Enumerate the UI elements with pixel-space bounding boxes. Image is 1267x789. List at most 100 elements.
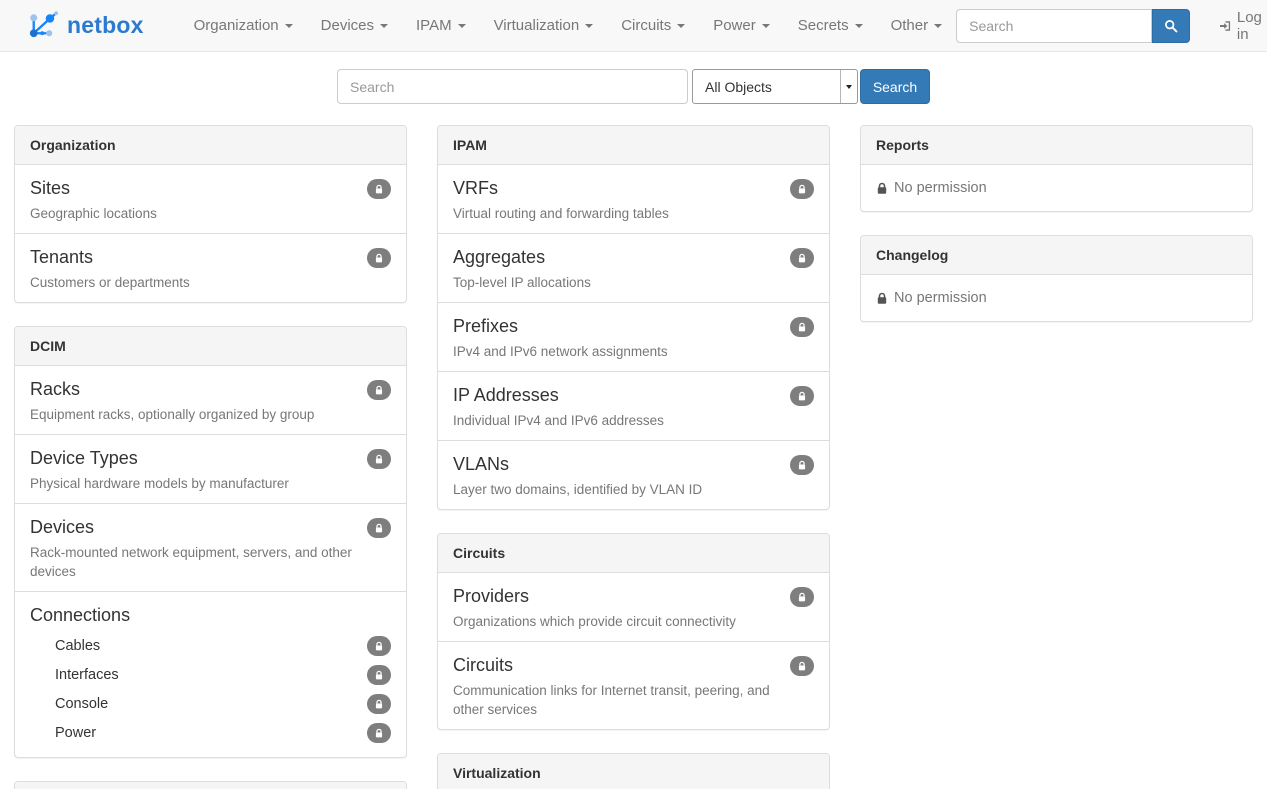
login-link[interactable]: Log in (1220, 9, 1266, 43)
list-item-main: Device Types Physical hardware models by… (30, 445, 367, 493)
lock-badge (790, 179, 814, 199)
list-item-prefixes[interactable]: Prefixes IPv4 and IPv6 network assignmen… (438, 302, 829, 371)
lock-badge (790, 656, 814, 676)
lock-icon (374, 184, 384, 195)
lock-badge (367, 665, 391, 685)
list-item-aggregates[interactable]: Aggregates Top-level IP allocations (438, 233, 829, 302)
column-middle: IPAM VRFs Virtual routing and forwarding… (437, 125, 830, 789)
brand-logo[interactable]: netbox (26, 10, 144, 41)
item-title[interactable]: Connections (30, 603, 391, 628)
lock-badge (790, 455, 814, 475)
list-item-device-types[interactable]: Device Types Physical hardware models by… (15, 434, 406, 503)
item-title: VLANs (453, 452, 780, 477)
sub-item-label: Cables (55, 636, 100, 656)
item-title: Device Types (30, 446, 357, 471)
lock-badge (790, 386, 814, 406)
list-item-circuits[interactable]: Circuits Communication links for Interne… (438, 641, 829, 729)
panel-body: No permission (861, 165, 1252, 211)
panel-body: Racks Equipment racks, optionally organi… (15, 366, 406, 757)
sub-list-item-console[interactable]: Console (30, 689, 391, 718)
panel-title-changelog: Changelog (861, 236, 1252, 275)
lock-icon (374, 523, 384, 534)
lock-icon (797, 184, 807, 195)
navbar-search-group (956, 9, 1190, 43)
list-item-racks[interactable]: Racks Equipment racks, optionally organi… (15, 366, 406, 434)
navbar-search-input[interactable] (956, 9, 1152, 43)
item-title: Providers (453, 584, 780, 609)
panel: Power (14, 781, 407, 789)
lock-icon (797, 592, 807, 603)
search-input[interactable] (337, 69, 688, 104)
item-description: Equipment racks, optionally organized by… (30, 405, 357, 424)
list-item-main: Racks Equipment racks, optionally organi… (30, 376, 367, 424)
sub-list: Cables Interfaces Console Power (30, 631, 391, 747)
list-item-providers[interactable]: Providers Organizations which provide ci… (438, 573, 829, 641)
item-title: IP Addresses (453, 383, 780, 408)
lock-badge (367, 449, 391, 469)
list-item-vlans[interactable]: VLANs Layer two domains, identified by V… (438, 440, 829, 509)
list-item-tenants[interactable]: Tenants Customers or departments (15, 233, 406, 302)
nav-menu-label: Secrets (798, 17, 849, 34)
lock-badge (790, 587, 814, 607)
lock-badge (367, 723, 391, 743)
nav-menu-virtualization[interactable]: Virtualization (480, 2, 608, 49)
panel-title-power: Power (15, 782, 406, 789)
list-item-main: Sites Geographic locations (30, 175, 367, 223)
lock-icon (797, 253, 807, 264)
panel-title-dcim: DCIM (15, 327, 406, 366)
nav-menu-circuits[interactable]: Circuits (607, 2, 699, 49)
item-title: Racks (30, 377, 357, 402)
netbox-logo-icon (26, 10, 60, 41)
nav-menu-secrets[interactable]: Secrets (784, 2, 877, 49)
item-description: Customers or departments (30, 273, 357, 292)
panel-title-reports: Reports (861, 126, 1252, 165)
navbar: netbox Organization Devices IPAM Virtualiza… (0, 0, 1267, 52)
list-item-main: Providers Organizations which provide ci… (453, 583, 790, 631)
lock-icon (374, 385, 384, 396)
no-permission-label: No permission (894, 180, 987, 196)
lock-icon (797, 661, 807, 672)
sub-list-item-interfaces[interactable]: Interfaces (30, 660, 391, 689)
item-description: Communication links for Internet transit… (453, 681, 780, 719)
sub-item-label: Power (55, 723, 96, 743)
object-type-selected: All Objects (693, 79, 772, 95)
nav-menu-ipam[interactable]: IPAM (402, 2, 480, 49)
item-title: VRFs (453, 176, 780, 201)
lock-icon (797, 391, 807, 402)
list-item-group-connections: Connections Cables Interfaces Console Po… (15, 591, 406, 757)
item-description: Individual IPv4 and IPv6 addresses (453, 411, 780, 430)
nav-menu-power[interactable]: Power (699, 2, 784, 49)
caret-down-icon (855, 24, 863, 28)
object-type-select[interactable]: All Objects (692, 69, 858, 104)
list-item-vrfs[interactable]: VRFs Virtual routing and forwarding tabl… (438, 165, 829, 233)
no-permission-notice: No permission (861, 275, 1252, 321)
lock-badge (790, 317, 814, 337)
nav-menu-devices[interactable]: Devices (307, 2, 402, 49)
panel: Changelog No permission (860, 235, 1253, 322)
list-item-main: VRFs Virtual routing and forwarding tabl… (453, 175, 790, 223)
lock-icon (374, 670, 384, 681)
sub-list-item-power[interactable]: Power (30, 718, 391, 747)
item-description: Geographic locations (30, 204, 357, 223)
panel-title-organization: Organization (15, 126, 406, 165)
lock-icon (876, 182, 888, 195)
chevron-down-icon (840, 70, 857, 103)
item-description: Virtual routing and forwarding tables (453, 204, 780, 223)
item-title: Circuits (453, 653, 780, 678)
global-search-bar: All Objects Search (337, 69, 1267, 104)
nav-menu-organization[interactable]: Organization (180, 2, 307, 49)
caret-down-icon (380, 24, 388, 28)
login-label: Log in (1237, 9, 1266, 43)
list-item-main: Tenants Customers or departments (30, 244, 367, 292)
navbar-search-button[interactable] (1152, 9, 1190, 43)
item-description: Layer two domains, identified by VLAN ID (453, 480, 780, 499)
search-submit-button[interactable]: Search (860, 69, 930, 104)
list-item-sites[interactable]: Sites Geographic locations (15, 165, 406, 233)
nav-menu-label: IPAM (416, 17, 452, 34)
sub-list-item-cables[interactable]: Cables (30, 631, 391, 660)
nav-menu-other[interactable]: Other (877, 2, 957, 49)
list-item-devices[interactable]: Devices Rack-mounted network equipment, … (15, 503, 406, 591)
nav-menu-label: Devices (321, 17, 374, 34)
list-item-ip-addresses[interactable]: IP Addresses Individual IPv4 and IPv6 ad… (438, 371, 829, 440)
list-item-main: Devices Rack-mounted network equipment, … (30, 514, 367, 581)
